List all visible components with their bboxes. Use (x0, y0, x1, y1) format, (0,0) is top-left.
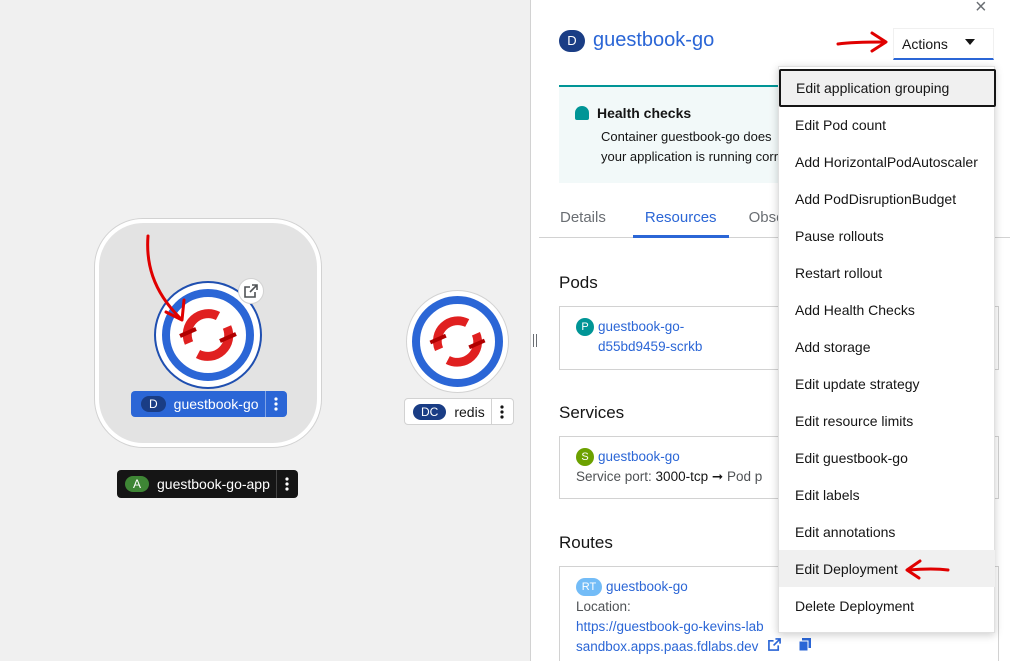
alert-title: Health checks (597, 105, 692, 121)
menu-item-edit-update-strategy[interactable]: Edit update strategy (779, 365, 995, 402)
menu-item-add-hpa[interactable]: Add HorizontalPodAutoscaler (779, 143, 995, 180)
service-port-value: 3000-tcp (655, 469, 709, 484)
route-badge: RT (576, 578, 602, 597)
arrow-right-icon: ➞ (711, 469, 724, 484)
title-text: guestbook-go (593, 29, 715, 51)
menu-item-edit-labels[interactable]: Edit labels (779, 476, 995, 513)
application-name: guestbook-go-app (157, 476, 270, 492)
openshift-logo-icon (429, 316, 486, 367)
copy-icon[interactable] (798, 638, 811, 654)
service-badge: S (576, 448, 594, 467)
panel-resize-handle[interactable] (530, 0, 539, 661)
caret-down-icon (965, 39, 975, 45)
title-badge: D (559, 29, 585, 52)
menu-item-add-pdb[interactable]: Add PodDisruptionBudget (779, 180, 995, 217)
menu-item-delete-deployment[interactable]: Delete Deployment (779, 587, 995, 624)
bell-icon (575, 106, 589, 120)
service-port-label: Service port: (576, 469, 652, 484)
resize-grip-icon[interactable] (533, 334, 537, 347)
health-checks-alert: Health checks Container guestbook-go doe… (559, 85, 799, 183)
external-link-icon[interactable] (768, 638, 785, 654)
deploymentconfig-badge: DC (413, 403, 447, 420)
pods-heading: Pods (559, 273, 598, 292)
pod-link[interactable]: guestbook-go- (598, 319, 684, 334)
menu-item-edit-application-grouping[interactable]: Edit application grouping (779, 69, 996, 107)
tab-details[interactable]: Details (539, 200, 627, 238)
route-url-line2[interactable]: sandbox.apps.paas.fdlabs.dev (576, 639, 758, 654)
external-link-icon[interactable] (238, 278, 264, 304)
deployment-badge: D (141, 396, 166, 412)
redis-node-label[interactable]: DC redis (404, 398, 514, 425)
menu-item-edit-pod-count[interactable]: Edit Pod count (779, 106, 995, 143)
redis-node[interactable] (407, 291, 508, 392)
redis-kebab-icon[interactable] (490, 399, 513, 424)
panel-title: D guestbook-go (559, 29, 714, 52)
menu-item-edit-resource-limits[interactable]: Edit resource limits (779, 402, 995, 439)
application-badge: A (125, 476, 150, 492)
menu-item-edit-guestbook-go[interactable]: Edit guestbook-go (779, 439, 995, 476)
application-group-label[interactable]: A guestbook-go-app (117, 470, 298, 498)
menu-item-restart-rollout[interactable]: Restart rollout (779, 254, 995, 291)
pod-badge: P (576, 318, 594, 337)
actions-dropdown-button[interactable]: Actions (893, 28, 994, 60)
actions-menu: Edit application grouping Edit Pod count… (778, 66, 996, 633)
service-link[interactable]: guestbook-go (598, 449, 680, 464)
menu-item-edit-deployment[interactable]: Edit Deployment (779, 550, 995, 587)
deployment-kebab-icon[interactable] (264, 391, 287, 417)
redis-node-name: redis (454, 403, 485, 420)
services-heading: Services (559, 403, 625, 422)
service-pod-port: Pod p (726, 469, 763, 484)
tab-resources[interactable]: Resources (632, 200, 729, 238)
menu-item-add-health-checks[interactable]: Add Health Checks (779, 291, 995, 328)
deployment-node-name: guestbook-go (173, 396, 259, 412)
menu-item-add-storage[interactable]: Add storage (779, 328, 995, 365)
routes-heading: Routes (559, 533, 613, 552)
actions-label: Actions (902, 35, 948, 52)
route-link[interactable]: guestbook-go (606, 579, 688, 594)
close-icon[interactable]: × (975, 0, 987, 19)
application-kebab-icon[interactable] (275, 470, 298, 498)
menu-item-pause-rollouts[interactable]: Pause rollouts (779, 217, 995, 254)
menu-item-edit-annotations[interactable]: Edit annotations (779, 513, 995, 550)
topology-canvas[interactable]: D guestbook-go DC redis A guestbook-go-a… (0, 0, 530, 661)
deployment-node-label[interactable]: D guestbook-go (131, 391, 287, 417)
